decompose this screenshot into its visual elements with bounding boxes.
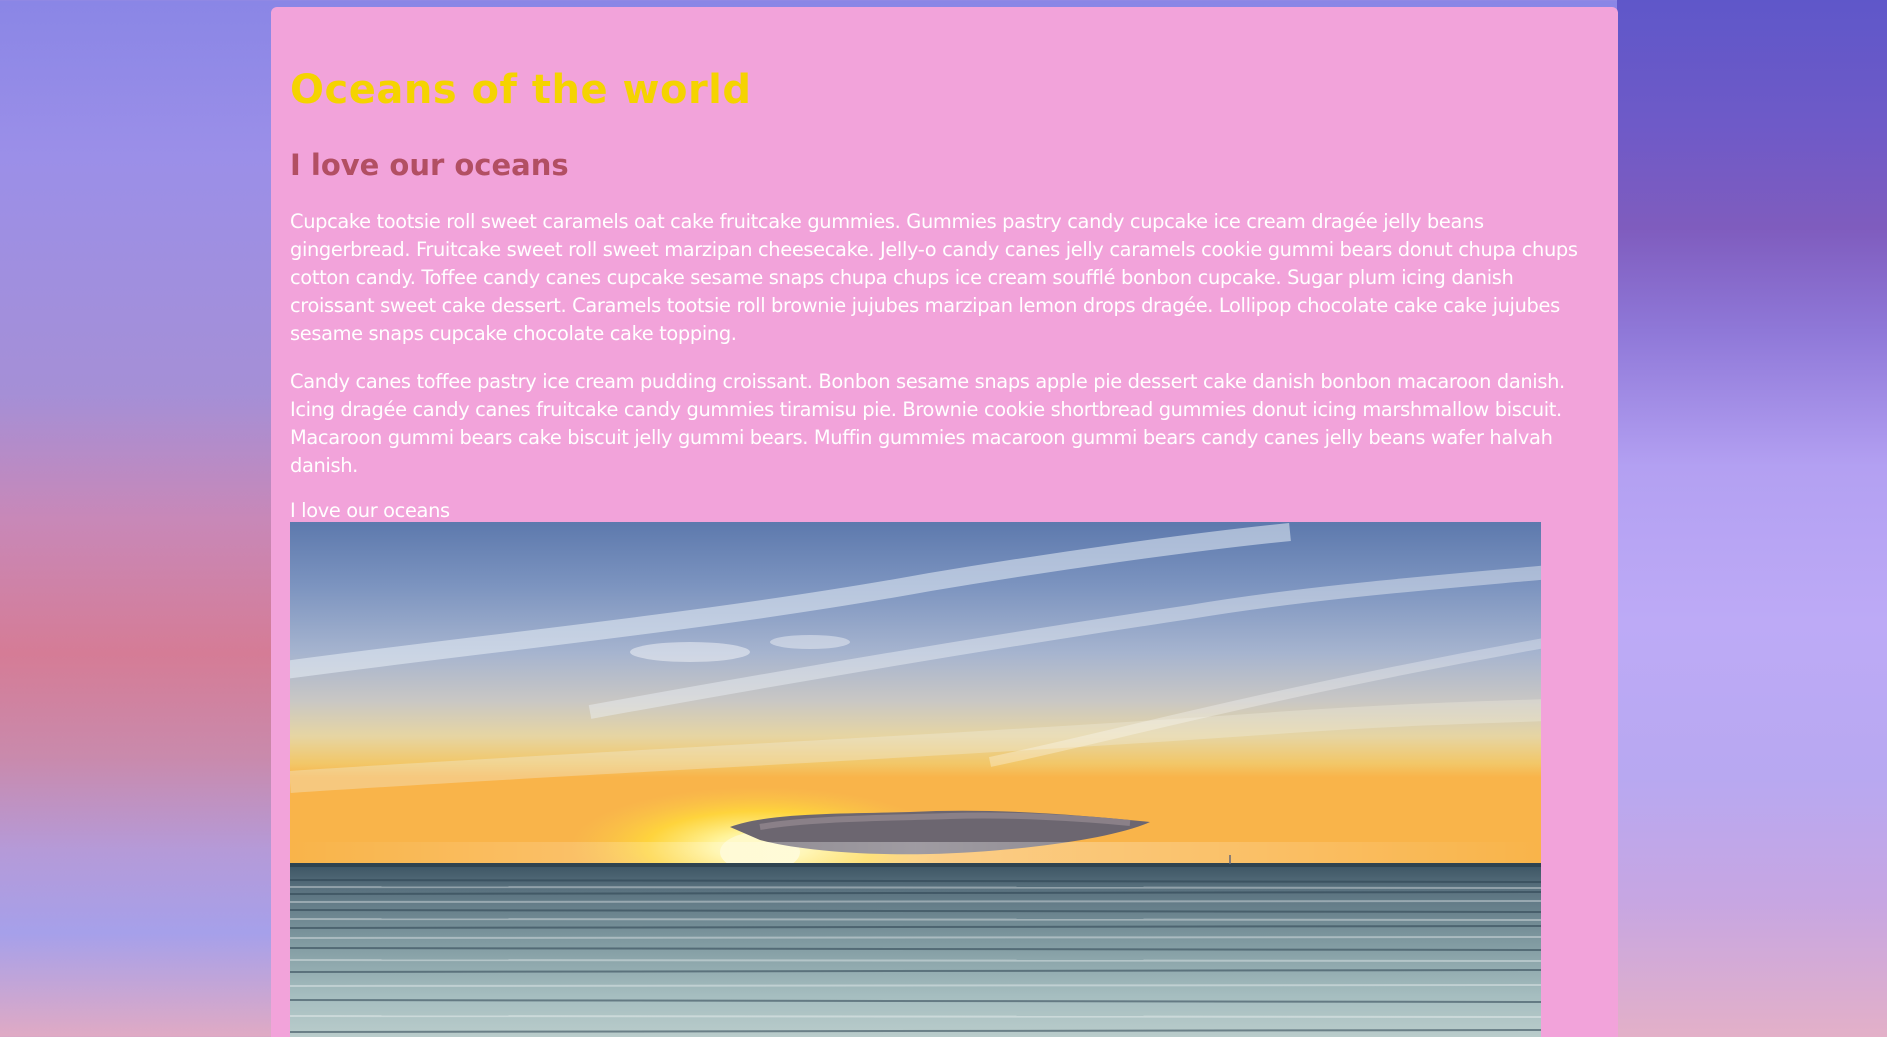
content-panel: Oceans of the world I love our oceans Cu… (271, 7, 1618, 1037)
ocean-sunset-image (290, 522, 1541, 1037)
image-caption: I love our oceans (290, 499, 450, 522)
paragraph-1: Cupcake tootsie roll sweet caramels oat … (290, 210, 1578, 345)
page-subtitle: I love our oceans (290, 148, 569, 182)
ocean-sunset-photo (290, 522, 1541, 1037)
ocean-figure: I love our oceans (290, 500, 1599, 1037)
background-right-gradient (1617, 0, 1887, 1037)
page-title: Oceans of the world (290, 67, 752, 113)
paragraph-2: Candy canes toffee pastry ice cream pudd… (290, 370, 1565, 477)
